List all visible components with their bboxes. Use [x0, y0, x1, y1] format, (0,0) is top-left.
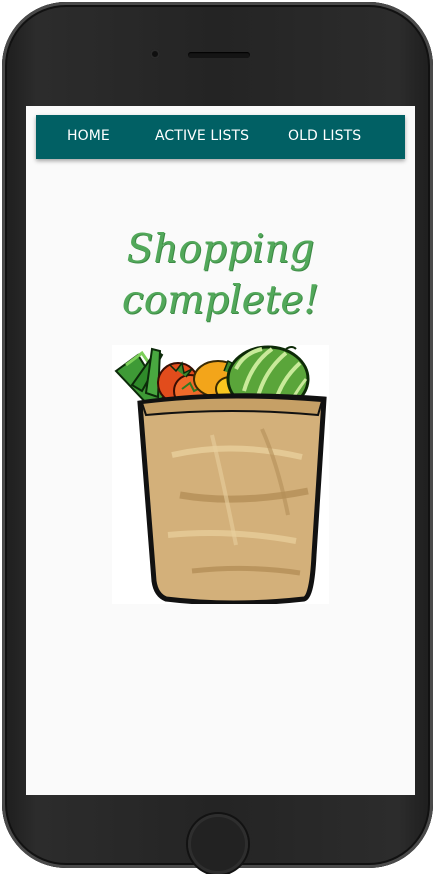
nav-active-lists-link[interactable]: ACTIVE LISTS — [155, 128, 249, 144]
navbar: HOME ACTIVE LISTS OLD LISTS — [36, 115, 405, 159]
home-button[interactable] — [188, 814, 248, 874]
nav-old-lists-link[interactable]: OLD LISTS — [288, 128, 361, 144]
title-line-2: complete! — [121, 278, 320, 323]
app-screen: HOME ACTIVE LISTS OLD LISTS Shopping com… — [26, 106, 415, 795]
paper-bag — [137, 393, 327, 606]
page-title: Shopping complete! — [26, 224, 415, 326]
camera-icon — [150, 49, 160, 59]
speaker-grille — [188, 52, 250, 58]
phone-frame: HOME ACTIVE LISTS OLD LISTS Shopping com… — [2, 2, 433, 874]
nav-home-link[interactable]: HOME — [67, 128, 110, 144]
grocery-bag-image — [112, 345, 329, 606]
title-line-1: Shopping — [126, 227, 315, 272]
grocery-bag-icon — [114, 345, 327, 606]
